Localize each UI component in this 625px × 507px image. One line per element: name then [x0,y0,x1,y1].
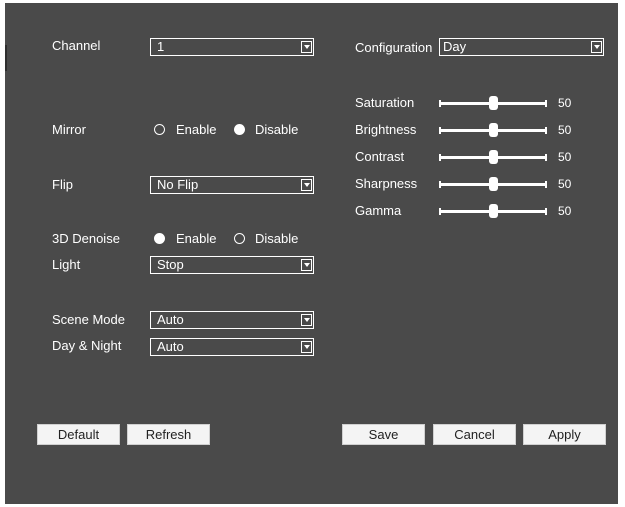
contrast-value: 50 [558,150,572,164]
gamma-slider-thumb[interactable] [489,204,498,218]
sharpness-slider-thumb[interactable] [489,177,498,191]
brightness-value: 50 [558,123,572,137]
saturation-value: 50 [558,96,572,110]
flip-select-value: No Flip [155,177,297,194]
mirror-disable-radio[interactable] [234,124,245,135]
saturation-slider[interactable] [439,95,547,111]
chevron-down-icon [301,41,312,53]
denoise-enable-label: Enable [176,231,217,246]
denoise-enable-radio[interactable] [154,233,165,244]
scene-mode-select[interactable]: Auto [150,311,314,329]
mirror-enable-radio[interactable] [154,124,165,135]
mirror-enable-label: Enable [176,122,217,137]
day-night-select[interactable]: Auto [150,338,314,356]
mirror-label: Mirror [52,122,86,137]
sharpness-value: 50 [558,177,572,191]
refresh-button[interactable]: Refresh [127,424,210,445]
light-select[interactable]: Stop [150,256,314,274]
flip-select[interactable]: No Flip [150,176,314,194]
save-button[interactable]: Save [342,424,425,445]
light-label: Light [52,257,81,272]
day-night-label: Day & Night [52,338,122,353]
channel-select-value: 1 [155,39,297,56]
scene-mode-select-value: Auto [155,312,297,329]
chevron-down-icon [301,341,312,353]
sharpness-label: Sharpness [355,176,418,191]
configuration-select[interactable]: Day [439,38,604,56]
cancel-button[interactable]: Cancel [433,424,516,445]
apply-button[interactable]: Apply [523,424,606,445]
sharpness-slider[interactable] [439,176,547,192]
denoise-disable-label: Disable [255,231,299,246]
scene-mode-label: Scene Mode [52,312,125,327]
contrast-slider[interactable] [439,149,547,165]
configuration-label: Configuration [355,40,433,55]
channel-label: Channel [52,38,101,53]
panel-edge-marker [5,45,7,71]
channel-select[interactable]: 1 [150,38,314,56]
brightness-slider[interactable] [439,122,547,138]
brightness-slider-thumb[interactable] [489,123,498,137]
chevron-down-icon [301,179,312,191]
mirror-disable-label: Disable [255,122,299,137]
chevron-down-icon [591,41,602,53]
image-settings-panel: Channel 1 Mirror Enable Disable Flip No … [5,3,618,504]
gamma-slider[interactable] [439,203,547,219]
contrast-label: Contrast [355,149,405,164]
brightness-label: Brightness [355,122,417,137]
saturation-slider-thumb[interactable] [489,96,498,110]
default-button[interactable]: Default [37,424,120,445]
chevron-down-icon [301,314,312,326]
gamma-value: 50 [558,204,572,218]
gamma-label: Gamma [355,203,402,218]
contrast-slider-thumb[interactable] [489,150,498,164]
day-night-select-value: Auto [155,339,297,356]
denoise-disable-radio[interactable] [234,233,245,244]
chevron-down-icon [301,259,312,271]
light-select-value: Stop [155,257,297,274]
configuration-select-value: Day [441,39,587,56]
saturation-label: Saturation [355,95,415,110]
denoise-label: 3D Denoise [52,231,120,246]
flip-label: Flip [52,177,73,192]
